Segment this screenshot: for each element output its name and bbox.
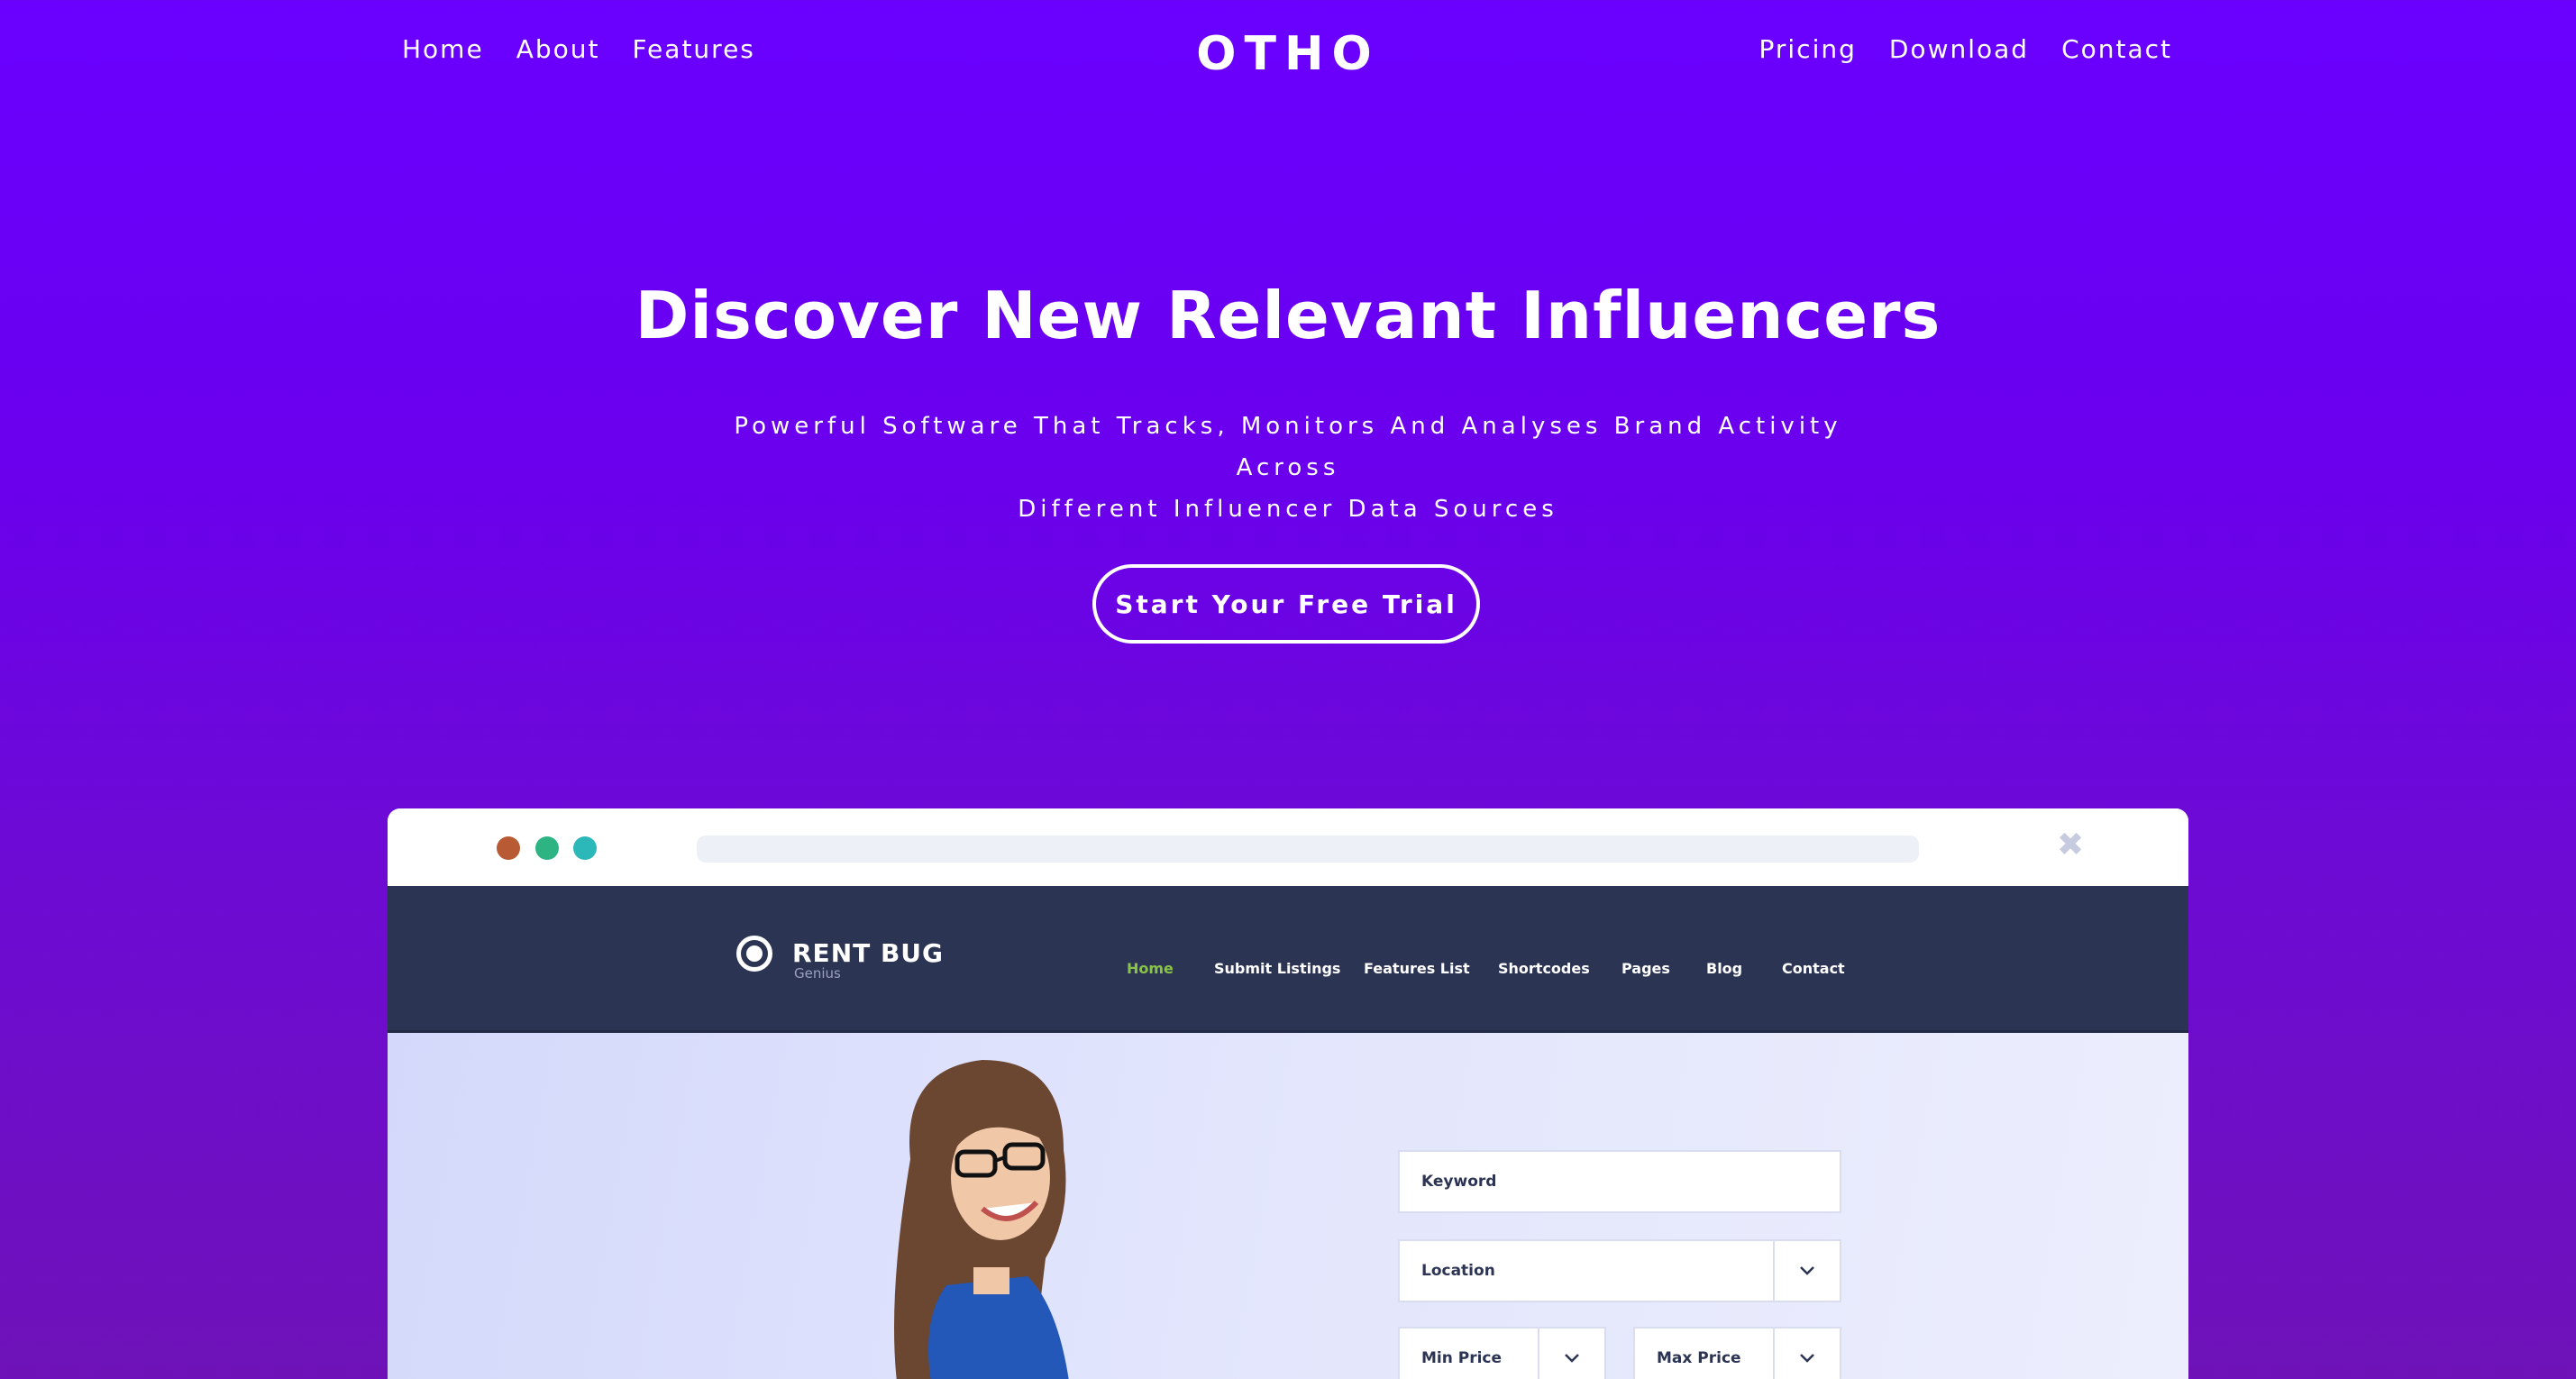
hero-subtitle: Powerful Software That Tracks, Monitors … [702,406,1874,530]
hero-subtitle-line-1: Powerful Software That Tracks, Monitors … [734,413,1842,481]
site-menu-pages: Pages [1621,960,1670,977]
address-bar [697,836,1919,863]
rent-bug-logo-icon [736,936,772,972]
chevron-down-icon [1538,1329,1604,1379]
keyword-placeholder: Keyword [1421,1173,1497,1191]
hero-title: Discover New Relevant Influencers [635,278,1941,353]
browser-mockup: ✖ RENT BUG Genius Home Submit Listings F… [388,808,2188,1379]
hero-subtitle-line-2: Different Influencer Data Sources [1018,496,1558,523]
top-navigation: Home About Features OTHO Pricing Downloa… [0,0,2576,117]
site-menu-submit-listings: Submit Listings [1214,960,1341,977]
nav-link-contact[interactable]: Contact [2061,34,2172,64]
window-dot-teal [573,836,597,860]
location-placeholder: Location [1421,1262,1495,1280]
site-menu-home: Home [1127,960,1174,977]
start-free-trial-button[interactable]: Start Your Free Trial [1092,564,1480,644]
site-tagline: Genius [794,965,841,982]
site-header: RENT BUG Genius Home Submit Listings Fea… [388,886,2188,1033]
site-name: RENT BUG [792,938,945,968]
keyword-field[interactable]: Keyword [1398,1150,1841,1213]
window-dot-green [535,836,559,860]
max-price-placeholder: Max Price [1657,1349,1741,1367]
location-select[interactable]: Location [1398,1239,1841,1302]
nav-link-pricing[interactable]: Pricing [1758,34,1856,64]
chevron-down-icon [1773,1241,1840,1301]
site-menu-blog: Blog [1706,960,1743,977]
max-price-select[interactable]: Max Price [1633,1327,1841,1379]
window-dot-red [497,836,520,860]
chevron-down-icon [1773,1329,1840,1379]
woman-photo [894,1060,1069,1379]
site-hero: Keyword Location Min Price Max Price [388,1033,2188,1379]
browser-toolbar: ✖ [388,808,2188,886]
nav-right-group: Pricing Download Contact [1726,34,2172,64]
min-price-select[interactable]: Min Price [1398,1327,1606,1379]
min-price-placeholder: Min Price [1421,1349,1503,1367]
site-menu-contact: Contact [1782,960,1845,977]
close-icon: ✖ [2057,826,2085,863]
brand-logo[interactable]: OTHO [0,27,2576,81]
nav-link-download[interactable]: Download [1889,34,2029,64]
site-menu-features-list: Features List [1364,960,1470,977]
site-menu-shortcodes: Shortcodes [1498,960,1590,977]
